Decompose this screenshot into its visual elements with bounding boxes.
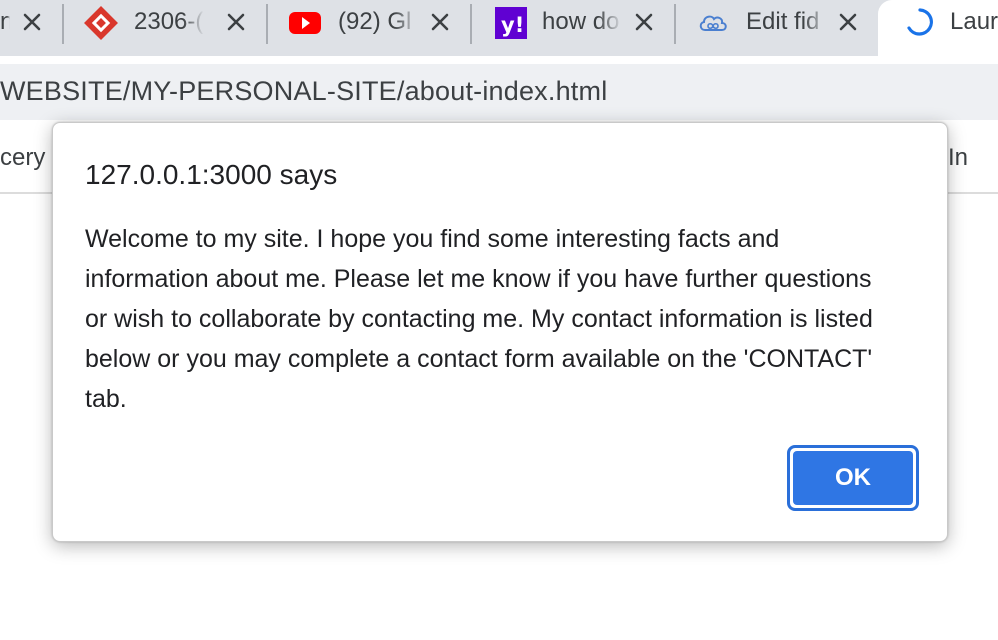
ok-button[interactable]: OK <box>787 445 919 511</box>
tab-title: Edit fid <box>746 8 820 35</box>
tab-0[interactable]: n <box>0 0 62 44</box>
toolbar: WEBSITE/MY-PERSONAL-SITE/about-index.htm… <box>0 56 998 122</box>
close-icon[interactable] <box>632 10 656 34</box>
tab-1[interactable]: 2306-( <box>64 0 268 44</box>
tab-title: (92) Gl <box>338 8 412 35</box>
alert-dialog: 127.0.0.1:3000 says Welcome to my site. … <box>52 122 948 542</box>
tab-title: 2306-( <box>134 8 204 35</box>
address-bar[interactable]: WEBSITE/MY-PERSONAL-SITE/about-index.htm… <box>0 64 998 120</box>
address-bar-url[interactable]: WEBSITE/MY-PERSONAL-SITE/about-index.htm… <box>0 76 607 107</box>
diamond-logo-icon <box>84 6 118 40</box>
tab-title: n <box>0 8 10 35</box>
tab-4[interactable]: Edit fid <box>676 0 878 44</box>
loading-spinner-icon <box>904 6 936 38</box>
tab-title: Laur <box>950 8 998 35</box>
tab-2[interactable]: (92) Gl <box>268 0 472 44</box>
cloud-icon <box>696 6 730 40</box>
ok-button-label: OK <box>793 451 913 505</box>
close-icon[interactable] <box>20 10 44 34</box>
yahoo-icon: y! <box>494 6 528 40</box>
close-icon[interactable] <box>224 10 248 34</box>
dialog-message: Welcome to my site. I hope you find some… <box>85 225 873 413</box>
bookmark-item-right[interactable]: In <box>948 144 968 172</box>
tab-active[interactable]: Laur <box>878 0 998 56</box>
dialog-title: 127.0.0.1:3000 says <box>85 159 338 190</box>
close-icon[interactable] <box>836 10 860 34</box>
tab-3[interactable]: y! how do <box>472 0 676 44</box>
tab-title: how do <box>542 8 620 35</box>
svg-text:y!: y! <box>501 13 524 37</box>
bookmark-item-left[interactable]: cery <box>0 144 45 172</box>
close-icon[interactable] <box>428 10 452 34</box>
youtube-icon <box>288 6 322 40</box>
tab-strip: n 2306-( (92) Gl y! how do Edit fid Laur <box>0 0 998 56</box>
